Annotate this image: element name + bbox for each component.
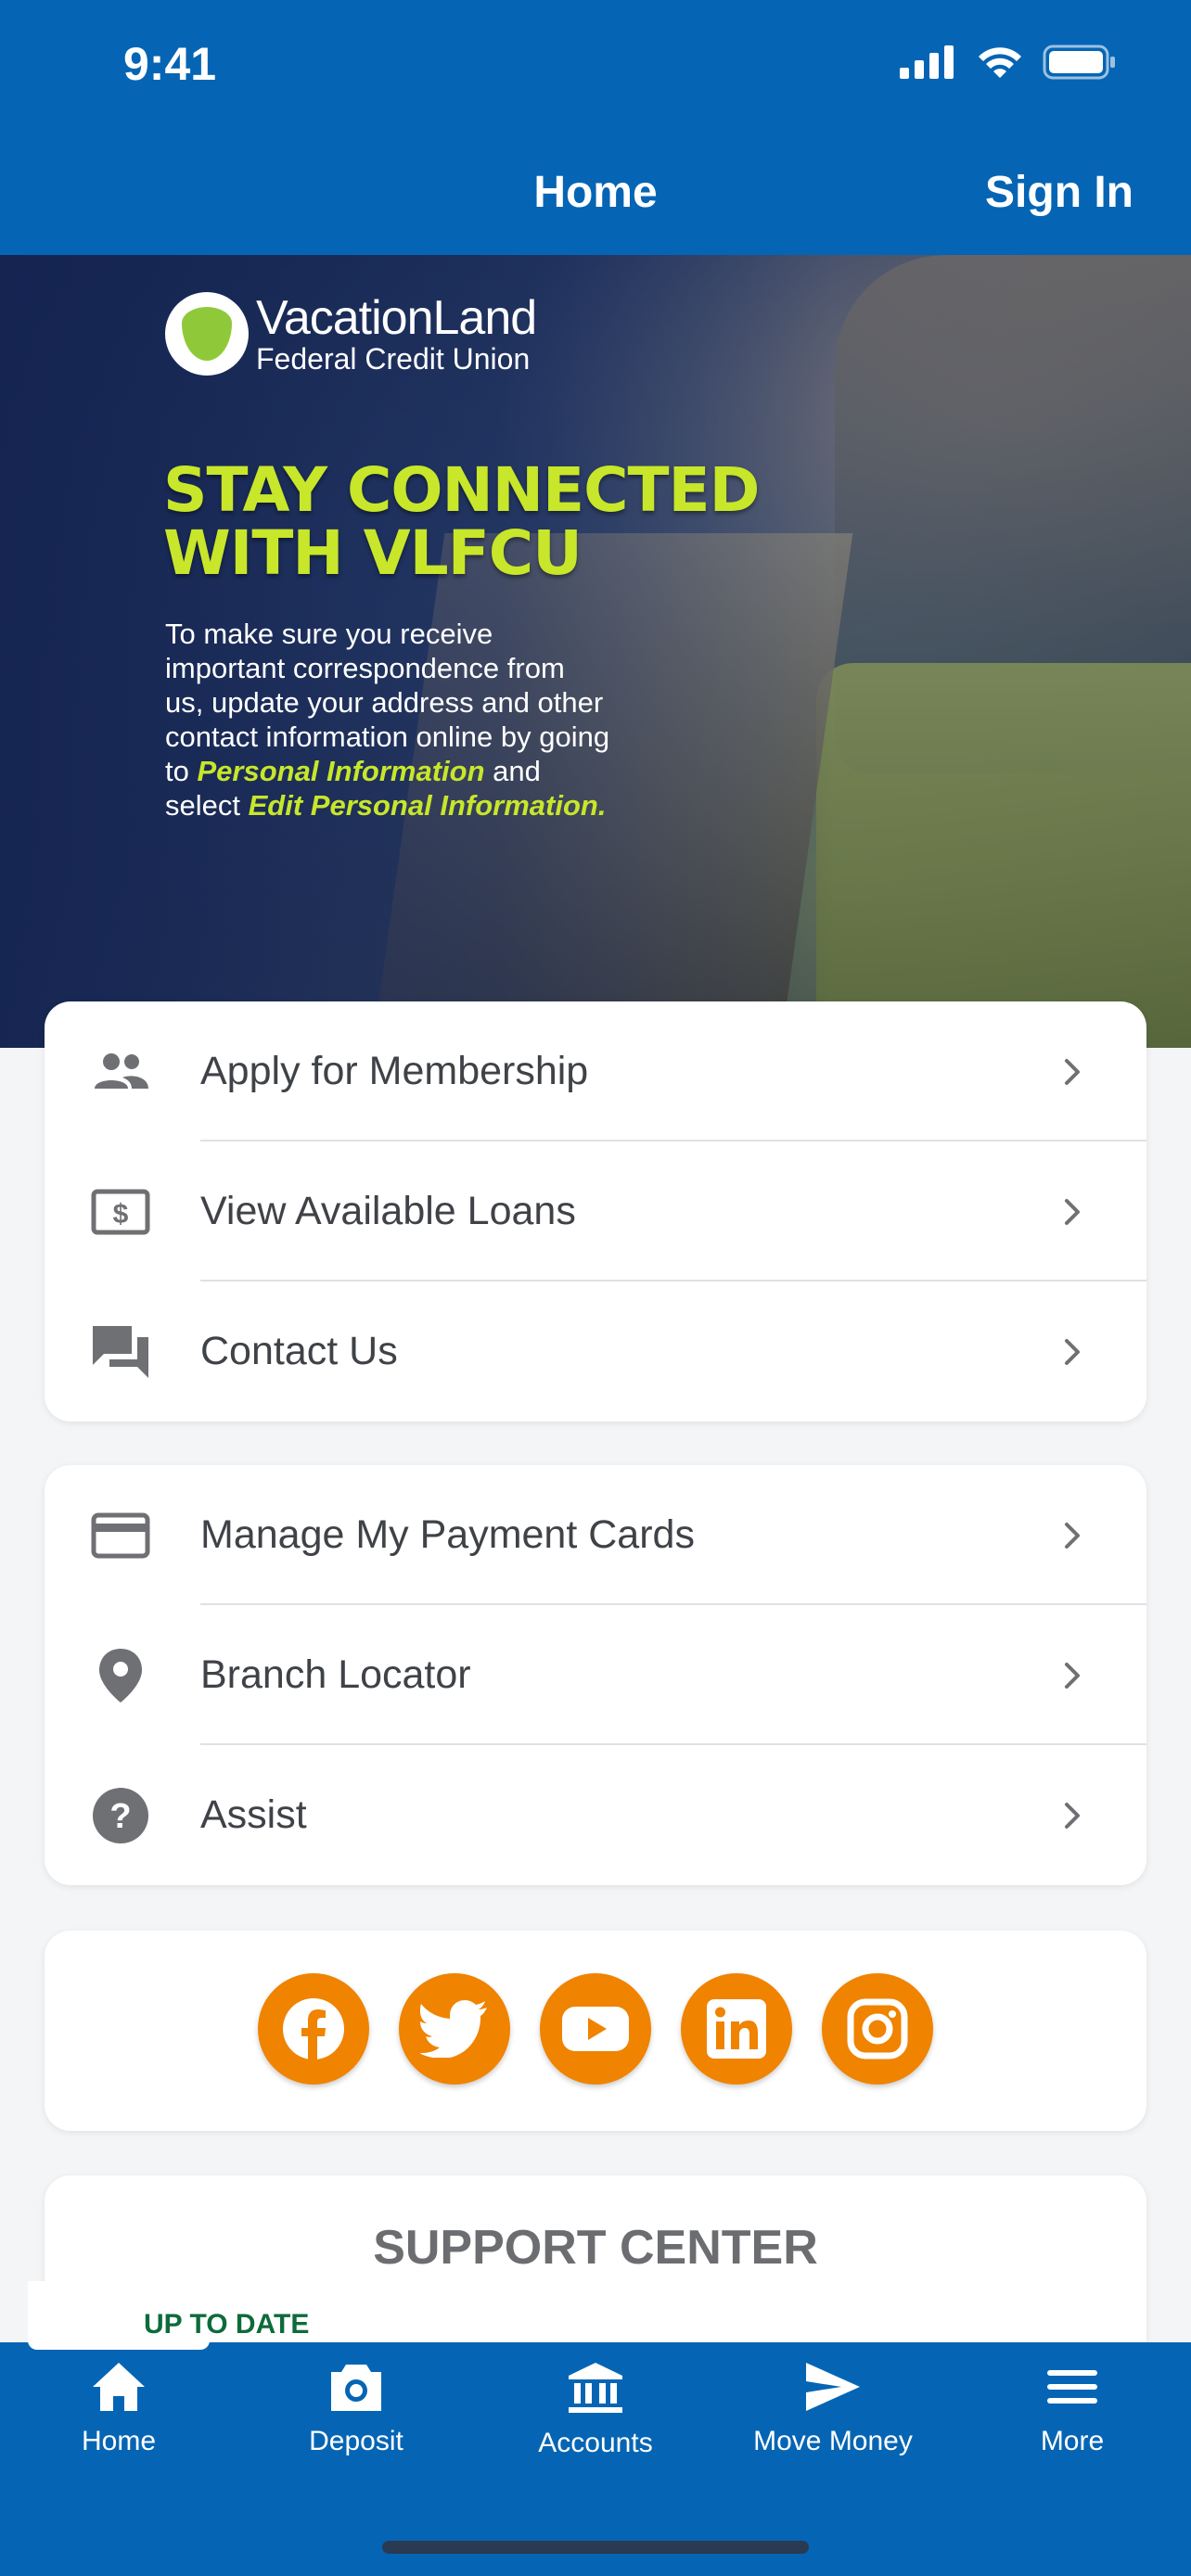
navigation-bar: Home Sign In: [0, 139, 1191, 255]
logo-mark-icon: [165, 292, 249, 376]
menu-item-payment-cards[interactable]: Manage My Payment Cards: [45, 1465, 1146, 1605]
cellular-signal-icon: [900, 45, 954, 79]
svg-text:$: $: [113, 1199, 129, 1230]
tab-home[interactable]: Home: [17, 2361, 221, 2457]
help-circle-icon: ?: [91, 1786, 150, 1845]
facebook-icon[interactable]: [258, 1973, 369, 2085]
wifi-icon: [979, 47, 1021, 78]
youtube-icon[interactable]: [540, 1973, 651, 2085]
banner-headline: STAY CONNECTED WITH VLFCU: [163, 454, 760, 589]
sign-in-button[interactable]: Sign In: [985, 167, 1133, 218]
battery-icon: [1043, 45, 1115, 80]
personal-information-highlight: Personal Information: [197, 755, 485, 787]
bank-icon: [569, 2363, 622, 2413]
status-time: 9:41: [123, 38, 217, 90]
tab-accounts[interactable]: Accounts: [493, 2361, 698, 2459]
vacationland-logo: VacationLand Federal Credit Union: [165, 291, 537, 376]
menu-item-apply-membership[interactable]: Apply for Membership: [45, 1001, 1146, 1141]
chevron-right-icon: [1065, 1198, 1080, 1225]
chevron-right-icon: [1065, 1058, 1080, 1085]
chevron-right-icon: [1065, 1522, 1080, 1549]
menu-card-secondary: Manage My Payment Cards Branch Locator ?…: [45, 1465, 1146, 1885]
people-icon: [91, 1042, 150, 1102]
menu-icon: [1047, 2370, 1097, 2404]
menu-item-branch-locator[interactable]: Branch Locator: [45, 1605, 1146, 1745]
banner-photo-couch: [816, 663, 1191, 1048]
home-icon: [93, 2363, 145, 2411]
edit-personal-information-highlight: Edit Personal Information.: [248, 789, 607, 822]
camera-icon: [331, 2365, 381, 2411]
status-icons: [900, 45, 1117, 80]
banner-body-text: To make sure you receive important corre…: [165, 618, 610, 822]
credit-card-icon: [91, 1506, 150, 1565]
tab-deposit[interactable]: Deposit: [254, 2361, 458, 2457]
tab-move-money[interactable]: Move Money: [731, 2361, 935, 2457]
map-pin-icon: [91, 1646, 150, 1705]
menu-item-assist[interactable]: ? Assist: [45, 1745, 1146, 1885]
twitter-icon[interactable]: [399, 1973, 510, 2085]
support-center-title: SUPPORT CENTER: [373, 2221, 818, 2275]
chevron-right-icon: [1065, 1662, 1080, 1689]
send-icon: [806, 2363, 860, 2411]
social-media-card: [45, 1931, 1146, 2131]
chat-bubbles-icon: [91, 1322, 150, 1382]
menu-item-view-loans[interactable]: $ View Available Loans: [45, 1141, 1146, 1282]
logo-subtitle: Federal Credit Union: [256, 342, 531, 376]
up-to-date-label: UP TO DATE: [144, 2309, 310, 2340]
tab-more[interactable]: More: [970, 2361, 1174, 2457]
home-indicator: [382, 2541, 809, 2554]
menu-item-contact-us[interactable]: Contact Us: [45, 1282, 1146, 1422]
linkedin-icon[interactable]: [681, 1973, 792, 2085]
chevron-right-icon: [1065, 1802, 1080, 1829]
chevron-right-icon: [1065, 1338, 1080, 1365]
promo-banner[interactable]: VacationLand Federal Credit Union STAY C…: [0, 255, 1191, 1048]
svg-text:?: ?: [109, 1797, 131, 1836]
logo-name: VacationLand: [256, 291, 537, 345]
menu-card-primary: Apply for Membership $ View Available Lo…: [45, 1001, 1146, 1422]
dollar-bill-icon: $: [91, 1182, 150, 1242]
status-bar: 9:41: [0, 0, 1191, 139]
instagram-icon[interactable]: [822, 1973, 933, 2085]
